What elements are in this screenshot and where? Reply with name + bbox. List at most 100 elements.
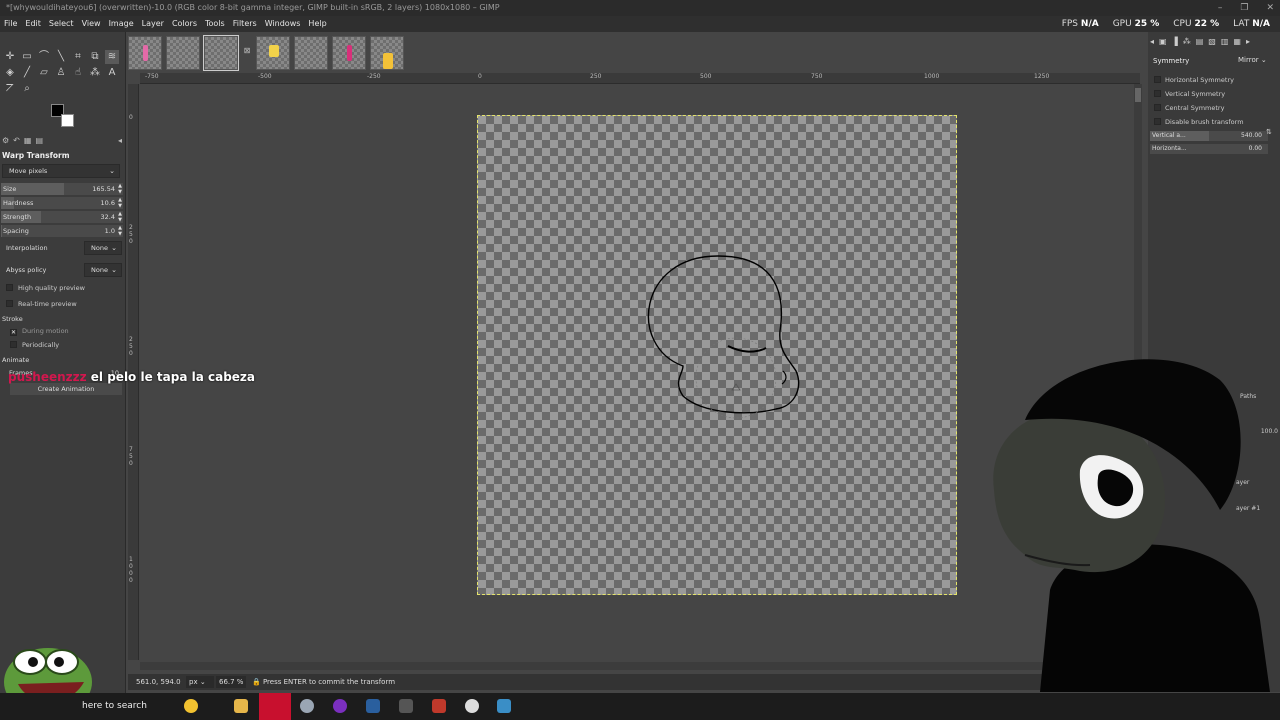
vertical-axis-spinner[interactable]: Vertical a... 540.00 [1150, 131, 1268, 141]
image-tab-thumbnail[interactable] [166, 36, 200, 70]
patterns-tab-icon[interactable]: ▦ [1233, 37, 1241, 49]
image-tab-thumbnail-active[interactable] [203, 35, 239, 71]
during-motion-label: During motion [22, 327, 69, 335]
fps-label: FPS [1061, 19, 1079, 29]
warp-transform-icon[interactable]: ≋ [105, 50, 119, 64]
menu-layer[interactable]: Layer [142, 16, 164, 32]
active-app-button[interactable] [259, 693, 291, 720]
scrollbar-thumb[interactable] [1135, 88, 1141, 102]
menu-filters[interactable]: Filters [233, 16, 257, 32]
menu-edit[interactable]: Edit [25, 16, 41, 32]
spin-arrows-icon[interactable]: ▲ ▼ [118, 211, 122, 223]
image-tab-thumbnail[interactable] [128, 36, 162, 70]
unified-transform-icon[interactable]: ⧉ [88, 50, 102, 64]
smudge-icon[interactable]: ☝ [71, 66, 85, 80]
app-icon[interactable] [432, 699, 446, 713]
menu-colors[interactable]: Colors [172, 16, 197, 32]
measure-icon[interactable]: ⦢ [3, 82, 17, 96]
spacing-slider[interactable]: Spacing 1.0 ▲ ▼ [1, 225, 123, 237]
crop-icon[interactable]: ⌗ [71, 50, 85, 64]
browser-icon[interactable] [300, 699, 314, 713]
histogram-tab-icon[interactable]: ▥ [1221, 37, 1229, 49]
image-tab-thumbnail[interactable] [370, 36, 404, 70]
spacing-value: 1.0 [104, 227, 115, 235]
file-explorer-icon[interactable] [234, 699, 248, 713]
menu-select[interactable]: Select [49, 16, 74, 32]
close-tab-icon[interactable]: ⊠ [242, 36, 252, 70]
app-icon[interactable] [465, 699, 479, 713]
images-tab-icon[interactable]: ▦ [24, 136, 32, 148]
tool-options-tab-icon[interactable]: ⚙ [2, 136, 9, 148]
periodically-checkbox[interactable]: Periodically [10, 341, 59, 349]
channels-tab-icon[interactable]: ▤ [1196, 37, 1204, 49]
eraser-icon[interactable]: ▱ [37, 66, 51, 80]
menu-windows[interactable]: Windows [265, 16, 301, 32]
unit-selector[interactable]: px ⌄ [186, 676, 214, 688]
hardness-slider[interactable]: Hardness 10.6 ▲ ▼ [1, 197, 123, 209]
text-tool-icon[interactable]: A [105, 66, 119, 80]
central-symmetry-checkbox[interactable]: Central Symmetry [1154, 104, 1224, 112]
gpu-value: 25 % [1134, 19, 1160, 29]
maximize-icon[interactable]: ❐ [1240, 0, 1248, 16]
image-tab-thumbnail[interactable] [332, 36, 366, 70]
disable-brush-transform-checkbox[interactable]: Disable brush transform [1154, 118, 1244, 126]
high-quality-preview-checkbox[interactable]: High quality preview [6, 284, 85, 292]
image-tab-thumbnail[interactable] [256, 36, 290, 70]
taskbar-search[interactable]: here to search [82, 693, 147, 720]
steam-icon[interactable] [366, 699, 380, 713]
fps-value: N/A [1080, 19, 1099, 29]
spin-arrows-icon[interactable]: ▲ ▼ [118, 225, 122, 237]
zoom-selector[interactable]: 66.7 % [216, 676, 246, 688]
menu-tools[interactable]: Tools [205, 16, 225, 32]
fuzzy-select-icon[interactable]: ╲ [54, 50, 68, 64]
sparkle-icon[interactable] [184, 699, 198, 713]
close-icon[interactable]: ✕ [1266, 0, 1274, 16]
lasso-icon[interactable]: ⌒ [37, 50, 51, 64]
spin-arrows-icon[interactable]: ▲ ▼ [118, 197, 122, 209]
background-color-swatch[interactable] [61, 114, 74, 127]
collapse-dock-icon[interactable]: ◂ [1150, 37, 1154, 49]
image-canvas[interactable] [477, 115, 957, 595]
configure-tab-icon[interactable]: ◂ [118, 136, 122, 148]
horizontal-axis-spinner[interactable]: Horizonta... 0.00 [1150, 144, 1268, 154]
cpu-label: CPU [1173, 19, 1192, 29]
gpu-label: GPU [1112, 19, 1132, 29]
realtime-preview-checkbox[interactable]: Real-time preview [6, 300, 77, 308]
interpolation-dropdown[interactable]: None ⌄ [84, 241, 122, 255]
menu-image[interactable]: Image [109, 16, 134, 32]
gimp-icon[interactable] [399, 699, 413, 713]
rect-select-icon[interactable]: ▭ [20, 50, 34, 64]
symmetry-mode-dropdown[interactable]: Mirror ⌄ [1236, 54, 1276, 67]
clone-icon[interactable]: ♙ [54, 66, 68, 80]
abyss-policy-dropdown[interactable]: None ⌄ [84, 263, 122, 277]
image-tab-thumbnail[interactable] [294, 36, 328, 70]
brushes-tab-icon[interactable]: ▐ [1172, 37, 1178, 49]
spin-arrows-icon[interactable]: ▲ ▼ [118, 183, 122, 195]
strength-slider[interactable]: Strength 32.4 ▲ ▼ [1, 211, 123, 223]
paths-tab-icon[interactable]: ⁂ [1183, 37, 1191, 49]
paths-icon[interactable]: ⁂ [88, 66, 102, 80]
paintbrush-icon[interactable]: ╱ [20, 66, 34, 80]
minimize-icon[interactable]: – [1218, 0, 1223, 16]
menu-help[interactable]: Help [308, 16, 326, 32]
zoom-icon[interactable]: ⌕ [20, 82, 34, 96]
size-slider[interactable]: Size 165.54 ▲ ▼ [1, 183, 123, 195]
behavior-dropdown[interactable]: Move pixels ⌄ [2, 164, 120, 178]
menu-view[interactable]: View [82, 16, 101, 32]
create-animation-button[interactable]: Create Animation [10, 383, 122, 395]
chain-link-icon[interactable]: ⇅ [1266, 128, 1272, 136]
menu-file[interactable]: File [4, 16, 17, 32]
app-icon[interactable] [497, 699, 511, 713]
during-motion-checkbox[interactable]: ✕ During motion [10, 327, 69, 336]
expand-dock-icon[interactable]: ▸ [1246, 37, 1250, 49]
horizontal-symmetry-checkbox[interactable]: Horizontal Symmetry [1154, 76, 1234, 84]
move-tool-icon[interactable]: ✛ [3, 50, 17, 64]
spacing-label: Spacing [3, 227, 29, 235]
symmetry-tab-icon[interactable]: ▧ [1208, 37, 1216, 49]
undo-history-tab-icon[interactable]: ↶ [13, 136, 20, 148]
bucket-fill-icon[interactable]: ◈ [3, 66, 17, 80]
layers-tab-icon[interactable]: ▣ [1159, 37, 1167, 49]
device-status-tab-icon[interactable]: ▤ [35, 136, 43, 148]
obs-icon[interactable] [333, 699, 347, 713]
vertical-symmetry-checkbox[interactable]: Vertical Symmetry [1154, 90, 1225, 98]
